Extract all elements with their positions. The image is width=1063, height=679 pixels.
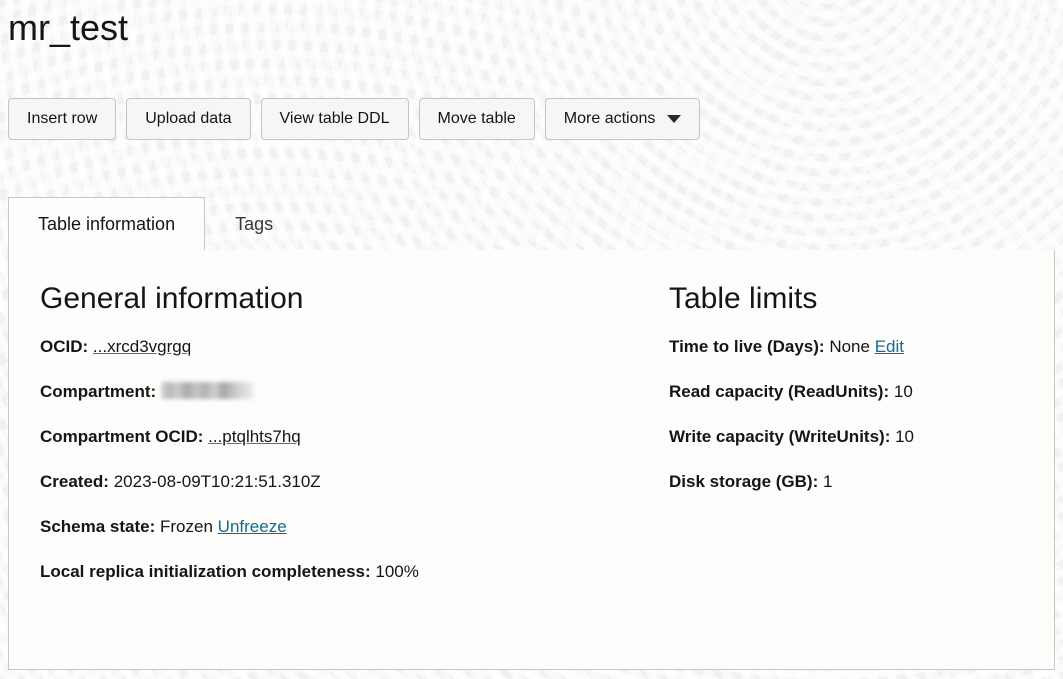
general-information-section: General information OCID: ...xrcd3vgrgq … — [9, 280, 669, 669]
upload-data-button-label: Upload data — [145, 110, 232, 127]
time-to-live-row: Time to live (Days): None Edit — [669, 336, 1054, 358]
ocid-row: OCID: ...xrcd3vgrgq — [40, 336, 669, 358]
disk-storage-label: Disk storage (GB): — [669, 472, 819, 491]
actions-toolbar: Insert row Upload data View table DDL Mo… — [8, 98, 701, 140]
view-table-ddl-button[interactable]: View table DDL — [260, 98, 409, 140]
disk-storage-row: Disk storage (GB): 1 — [669, 471, 1054, 493]
page-title: mr_test — [8, 7, 129, 48]
read-capacity-value: 10 — [893, 382, 913, 401]
created-row: Created: 2023-08-09T10:21:51.310Z — [40, 471, 669, 493]
time-to-live-value: None — [829, 337, 870, 356]
upload-data-button[interactable]: Upload data — [126, 98, 251, 140]
move-table-button[interactable]: Move table — [418, 98, 535, 140]
compartment-value-redacted — [160, 382, 253, 399]
insert-row-button-label: Insert row — [27, 110, 98, 127]
compartment-ocid-value[interactable]: ...ptqlhts7hq — [208, 427, 301, 446]
move-table-button-label: Move table — [437, 110, 516, 127]
time-to-live-label: Time to live (Days): — [669, 337, 825, 356]
compartment-row: Compartment: — [40, 381, 669, 403]
general-information-heading: General information — [40, 282, 304, 315]
local-replica-completeness-label: Local replica initialization completenes… — [40, 562, 371, 581]
write-capacity-row: Write capacity (WriteUnits): 10 — [669, 426, 1054, 448]
read-capacity-label: Read capacity (ReadUnits): — [669, 382, 890, 401]
schema-state-row: Schema state: Frozen Unfreeze — [40, 516, 669, 538]
created-value: 2023-08-09T10:21:51.310Z — [113, 472, 321, 491]
insert-row-button[interactable]: Insert row — [8, 98, 117, 140]
schema-state-label: Schema state: — [40, 517, 156, 536]
table-information-panel: General information OCID: ...xrcd3vgrgq … — [8, 250, 1055, 670]
unfreeze-link[interactable]: Unfreeze — [218, 517, 287, 536]
tab-tags[interactable]: Tags — [205, 197, 303, 250]
ocid-label: OCID: — [40, 337, 89, 356]
tab-tags-label: Tags — [235, 213, 274, 234]
tab-table-information[interactable]: Table information — [8, 197, 206, 251]
local-replica-completeness-value: 100% — [375, 562, 419, 581]
tab-bar: Table information Tags — [8, 197, 1055, 251]
table-limits-heading: Table limits — [669, 282, 818, 315]
read-capacity-row: Read capacity (ReadUnits): 10 — [669, 381, 1054, 403]
ocid-value[interactable]: ...xrcd3vgrgq — [93, 337, 191, 356]
chevron-down-icon — [667, 115, 682, 123]
view-table-ddl-button-label: View table DDL — [279, 110, 390, 127]
compartment-label: Compartment: — [40, 382, 157, 401]
disk-storage-value: 1 — [822, 472, 833, 491]
created-label: Created: — [40, 472, 109, 491]
compartment-ocid-row: Compartment OCID: ...ptqlhts7hq — [40, 426, 669, 448]
write-capacity-label: Write capacity (WriteUnits): — [669, 427, 891, 446]
tab-table-information-label: Table information — [38, 213, 176, 234]
compartment-ocid-label: Compartment OCID: — [40, 427, 204, 446]
schema-state-value: Frozen — [160, 517, 213, 536]
more-actions-button[interactable]: More actions — [544, 98, 701, 140]
table-limits-section: Table limits Time to live (Days): None E… — [669, 280, 1054, 669]
edit-time-to-live-link[interactable]: Edit — [875, 337, 904, 356]
more-actions-button-label: More actions — [563, 110, 656, 127]
local-replica-completeness-row: Local replica initialization completenes… — [40, 561, 669, 583]
write-capacity-value: 10 — [895, 427, 915, 446]
